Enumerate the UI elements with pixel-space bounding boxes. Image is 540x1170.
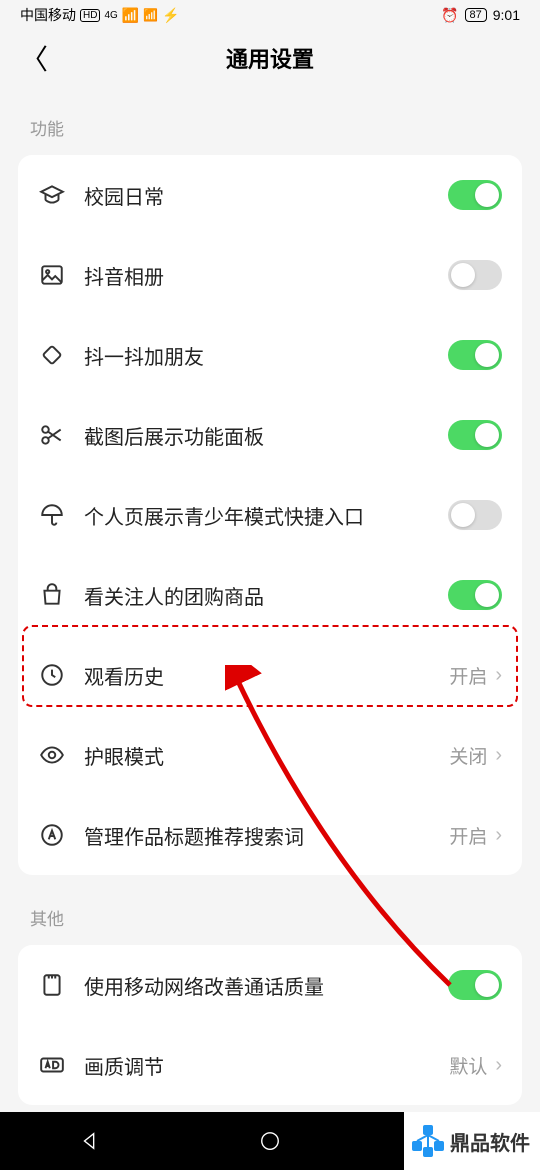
section-other: 其他 <box>0 875 540 945</box>
carrier-label: 中国移动 <box>20 5 76 25</box>
row-campus[interactable]: 校园日常 <box>38 155 502 235</box>
chevron-right-icon: › <box>495 744 502 767</box>
shake-icon <box>38 341 66 369</box>
umbrella-icon <box>38 501 66 529</box>
hd-badge: HD <box>80 9 100 22</box>
eye-icon <box>38 741 66 769</box>
row-label: 管理作品标题推荐搜索词 <box>84 821 449 850</box>
toggle-teen[interactable] <box>448 500 502 530</box>
toggle-screenshot[interactable] <box>448 420 502 450</box>
scissors-icon <box>38 421 66 449</box>
letter-a-icon <box>38 821 66 849</box>
wifi-icon: 📶 <box>143 8 158 22</box>
other-card: 使用移动网络改善通话质量 画质调节 默认 › <box>18 945 522 1105</box>
page-title: 通用设置 <box>0 42 540 74</box>
row-label: 校园日常 <box>84 181 448 210</box>
logo-text: 鼎品软件 <box>450 1127 530 1156</box>
chevron-right-icon: › <box>495 664 502 687</box>
row-mobile[interactable]: 使用移动网络改善通话质量 <box>38 945 502 1025</box>
row-label: 使用移动网络改善通话质量 <box>84 971 448 1000</box>
toggle-shake[interactable] <box>448 340 502 370</box>
row-manage[interactable]: 管理作品标题推荐搜索词 开启 › <box>38 795 502 875</box>
graduation-icon <box>38 181 66 209</box>
row-group[interactable]: 看关注人的团购商品 <box>38 555 502 635</box>
alarm-icon: ⏰ <box>441 7 458 24</box>
toggle-mobile[interactable] <box>448 970 502 1000</box>
toggle-group[interactable] <box>448 580 502 610</box>
nav-home-icon[interactable] <box>259 1130 281 1152</box>
toggle-album[interactable] <box>448 260 502 290</box>
chevron-right-icon: › <box>495 824 502 847</box>
bag-icon <box>38 581 66 609</box>
nav-bar: 〈 通用设置 <box>0 30 540 85</box>
image-icon <box>38 261 66 289</box>
nav-back-icon[interactable] <box>79 1130 101 1152</box>
row-shake[interactable]: 抖一抖加朋友 <box>38 315 502 395</box>
logo-icon <box>410 1123 446 1159</box>
time-label: 9:01 <box>493 7 520 23</box>
row-teen[interactable]: 个人页展示青少年模式快捷入口 <box>38 475 502 555</box>
row-value: 开启 <box>449 662 487 689</box>
row-value: 默认 <box>449 1052 487 1079</box>
row-label: 观看历史 <box>84 661 449 690</box>
functions-card: 校园日常 抖音相册 抖一抖加朋友 截图后展示功能面板 个人页展示青少年模式快捷入… <box>18 155 522 875</box>
row-eye[interactable]: 护眼模式 关闭 › <box>38 715 502 795</box>
battery-level: 87 <box>465 8 487 22</box>
chevron-right-icon: › <box>495 1054 502 1077</box>
row-value: 开启 <box>449 822 487 849</box>
extra-icon: ⚡ <box>162 7 179 24</box>
row-value: 关闭 <box>449 742 487 769</box>
watermark-logo: 鼎品软件 <box>404 1112 540 1170</box>
row-label: 抖一抖加朋友 <box>84 341 448 370</box>
status-bar: 中国移动 HD 4G 📶 📶 ⚡ ⏰ 87 9:01 <box>0 0 540 30</box>
row-screenshot[interactable]: 截图后展示功能面板 <box>38 395 502 475</box>
signal-icon: 📶 <box>122 7 139 24</box>
section-functions: 功能 <box>0 85 540 155</box>
ad-icon <box>38 1051 66 1079</box>
row-label: 看关注人的团购商品 <box>84 581 448 610</box>
back-button[interactable]: 〈 <box>20 38 48 78</box>
sim-icon <box>38 971 66 999</box>
row-quality[interactable]: 画质调节 默认 › <box>38 1025 502 1105</box>
clock-icon <box>38 661 66 689</box>
row-label: 画质调节 <box>84 1051 449 1080</box>
row-album[interactable]: 抖音相册 <box>38 235 502 315</box>
row-label: 护眼模式 <box>84 741 449 770</box>
row-label: 个人页展示青少年模式快捷入口 <box>84 501 448 530</box>
row-label: 抖音相册 <box>84 261 448 290</box>
row-history[interactable]: 观看历史 开启 › <box>38 635 502 715</box>
row-label: 截图后展示功能面板 <box>84 421 448 450</box>
network-label: 4G <box>104 10 117 21</box>
toggle-campus[interactable] <box>448 180 502 210</box>
